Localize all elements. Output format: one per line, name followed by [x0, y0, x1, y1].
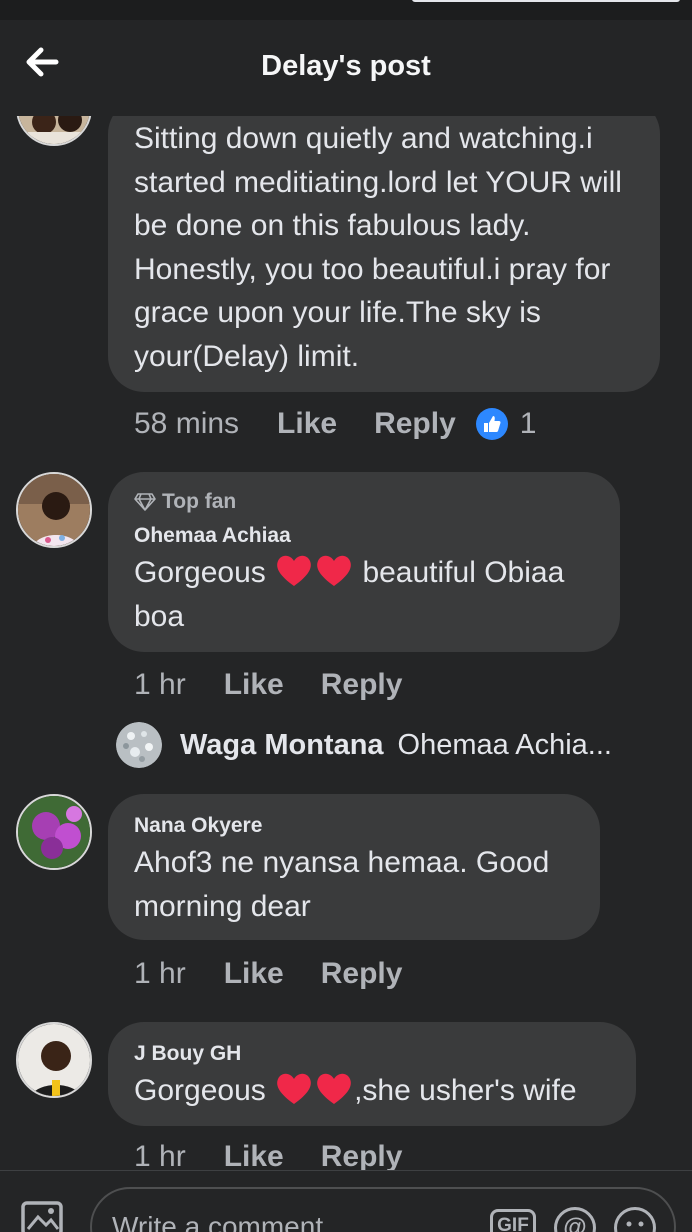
post-header: Delay's post	[0, 20, 692, 116]
like-button[interactable]: Like	[224, 1140, 284, 1174]
commenter-name[interactable]: J Bouy GH	[134, 1042, 241, 1066]
page-title: Delay's post	[261, 50, 431, 82]
avatar[interactable]	[16, 1022, 92, 1098]
reaction-count: 1	[519, 407, 537, 440]
reaction-summary[interactable]: 1	[475, 407, 537, 441]
comment-actions: 58 mins Like Reply 1	[134, 407, 536, 441]
comment-bubble: Top fan Ohemaa Achiaa Gorgeous beautiful…	[108, 472, 620, 652]
reply-button[interactable]: Reply	[321, 1140, 403, 1174]
heart-emoji-icon	[277, 1073, 311, 1104]
commenter-name[interactable]: Ohemaa Achiaa	[134, 524, 291, 548]
comment-input[interactable]: Write a comment... GIF @	[90, 1187, 676, 1232]
avatar[interactable]	[16, 472, 92, 548]
reply-button[interactable]: Reply	[321, 668, 403, 702]
like-button[interactable]: Like	[277, 407, 337, 441]
heart-emoji-icon	[317, 555, 351, 586]
comment-time: 1 hr	[134, 668, 186, 701]
badge-label: Top fan	[162, 490, 237, 513]
comment-time: 58 mins	[134, 407, 240, 440]
gif-button[interactable]: GIF	[490, 1209, 536, 1232]
comment-composer: Write a comment... GIF @	[0, 1170, 692, 1232]
avatar	[116, 722, 162, 768]
comment-text: Gorgeous ,she usher's wife	[134, 1069, 614, 1113]
comment-text: Ahof3 ne nyansa hemaa. Good morning dear	[134, 846, 550, 923]
reply-author: Waga Montana	[180, 728, 384, 761]
comment-time: 1 hr	[134, 957, 186, 990]
status-bar	[0, 0, 692, 20]
reply-snippet: Ohemaa Achia...	[397, 728, 612, 761]
thumbs-up-icon	[475, 408, 508, 440]
photo-icon[interactable]	[20, 1199, 70, 1232]
avatar[interactable]	[16, 794, 92, 870]
comment-text-start: Gorgeous	[134, 556, 266, 589]
comment-time: 1 hr	[134, 1140, 186, 1173]
commenter-name[interactable]: Nana Okyere	[134, 814, 262, 838]
comment-bubble: J Bouy GH Gorgeous ,she usher's wife	[108, 1022, 636, 1126]
like-button[interactable]: Like	[224, 668, 284, 702]
comment-actions: 1 hr Like Reply	[134, 1140, 402, 1174]
emoji-icon[interactable]	[614, 1207, 656, 1232]
heart-emoji-icon	[277, 555, 311, 586]
heart-emoji-icon	[317, 1073, 351, 1104]
comment-text: Sitting down quietly and watching.i star…	[134, 122, 622, 373]
diamond-icon	[134, 493, 156, 511]
address-bar-edge	[412, 0, 680, 2]
comment-bubble: Sitting down quietly and watching.i star…	[108, 98, 660, 392]
like-button[interactable]: Like	[224, 957, 284, 991]
comment-actions: 1 hr Like Reply	[134, 957, 402, 991]
comment-bubble: Nana Okyere Ahof3 ne nyansa hemaa. Good …	[108, 794, 600, 940]
mention-button[interactable]: @	[554, 1207, 596, 1232]
comment-input-placeholder: Write a comment...	[112, 1211, 347, 1232]
reply-preview[interactable]: Waga Montana Ohemaa Achia...	[116, 722, 612, 768]
reply-button[interactable]: Reply	[374, 407, 456, 441]
comment-text-start: Gorgeous	[134, 1074, 266, 1107]
reply-button[interactable]: Reply	[321, 957, 403, 991]
comment-text: Gorgeous beautiful Obiaa boa	[134, 551, 598, 638]
comment-actions: 1 hr Like Reply	[134, 668, 402, 702]
top-fan-badge: Top fan	[134, 490, 236, 514]
comment-text-end: ,she usher's wife	[354, 1074, 577, 1107]
